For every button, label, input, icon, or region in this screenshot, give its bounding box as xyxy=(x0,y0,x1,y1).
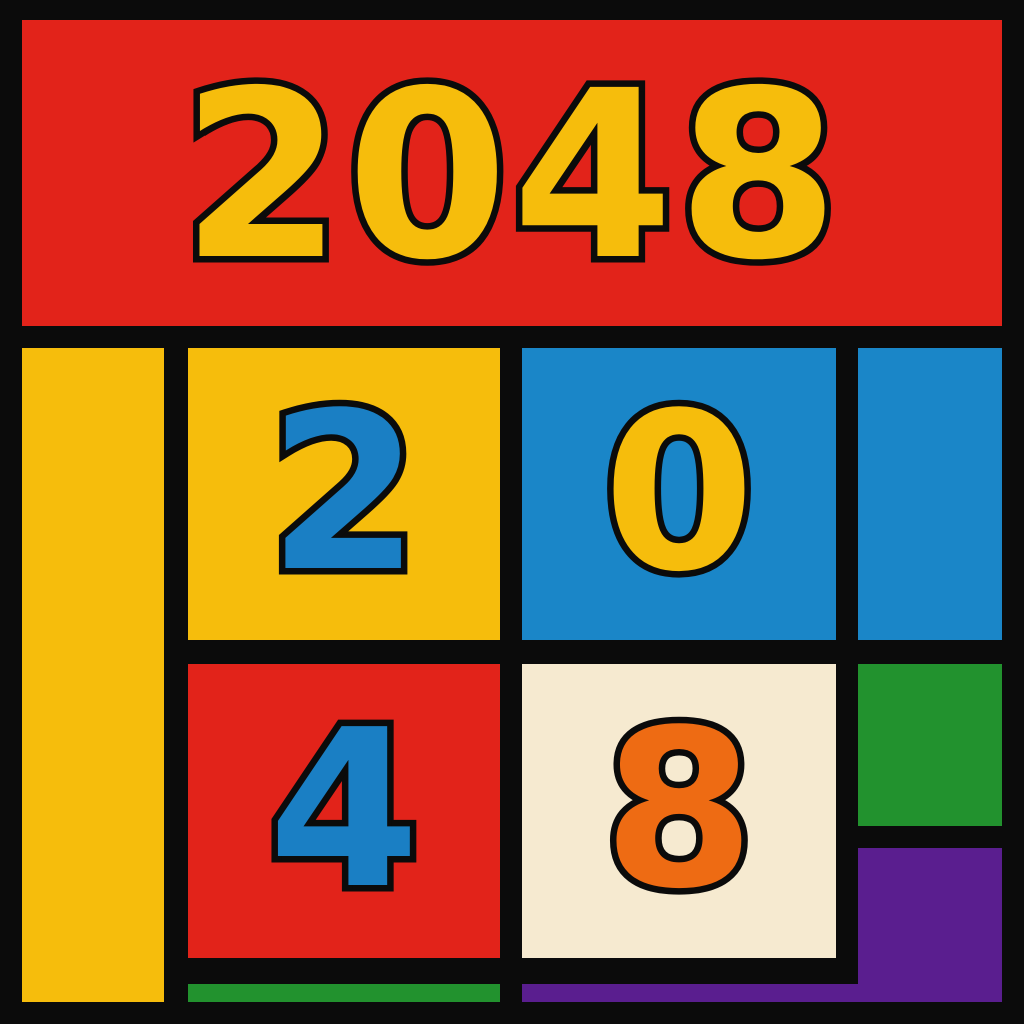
title-banner: 2048 xyxy=(22,20,1002,326)
left-yellow-panel xyxy=(22,348,164,1002)
tile-0[interactable]: 0 xyxy=(522,348,836,640)
tile-8[interactable]: 8 xyxy=(522,664,836,958)
tile-value: 2 xyxy=(262,367,427,620)
right-blue-panel xyxy=(858,348,1002,640)
bottom-purple-strip xyxy=(522,984,858,1002)
tile-value: 0 xyxy=(597,367,762,620)
game-board: 2048 2 0 4 8 xyxy=(0,0,1024,1024)
tile-2[interactable]: 2 xyxy=(188,348,500,640)
game-title: 2048 xyxy=(175,41,846,311)
bottom-green-strip xyxy=(188,984,500,1002)
tile-value: 4 xyxy=(262,684,427,937)
right-green-panel xyxy=(858,664,1002,826)
tile-value: 8 xyxy=(597,684,762,937)
tile-4[interactable]: 4 xyxy=(188,664,500,958)
right-purple-panel xyxy=(858,848,1002,1002)
